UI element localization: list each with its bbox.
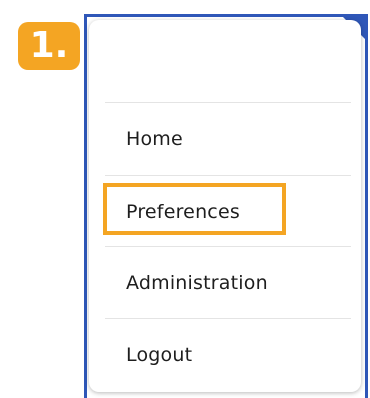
- menu-item-label: Administration: [126, 272, 268, 294]
- menu-item-label: Preferences: [126, 201, 240, 223]
- menu-item-logout[interactable]: Logout: [89, 319, 361, 391]
- menu-item-administration[interactable]: Administration: [89, 247, 361, 319]
- user-dropdown-menu: Home Preferences Administration Logout: [89, 20, 361, 392]
- menu-item-home[interactable]: Home: [89, 103, 361, 175]
- menu-item-label: Logout: [126, 344, 193, 366]
- step-number-badge: 1.: [18, 22, 80, 70]
- screenshot-stage: Home Preferences Administration Logout 1…: [0, 0, 370, 398]
- menu-item-preferences[interactable]: Preferences: [89, 176, 361, 248]
- menu-header-area: [89, 20, 361, 102]
- menu-item-label: Home: [126, 128, 183, 150]
